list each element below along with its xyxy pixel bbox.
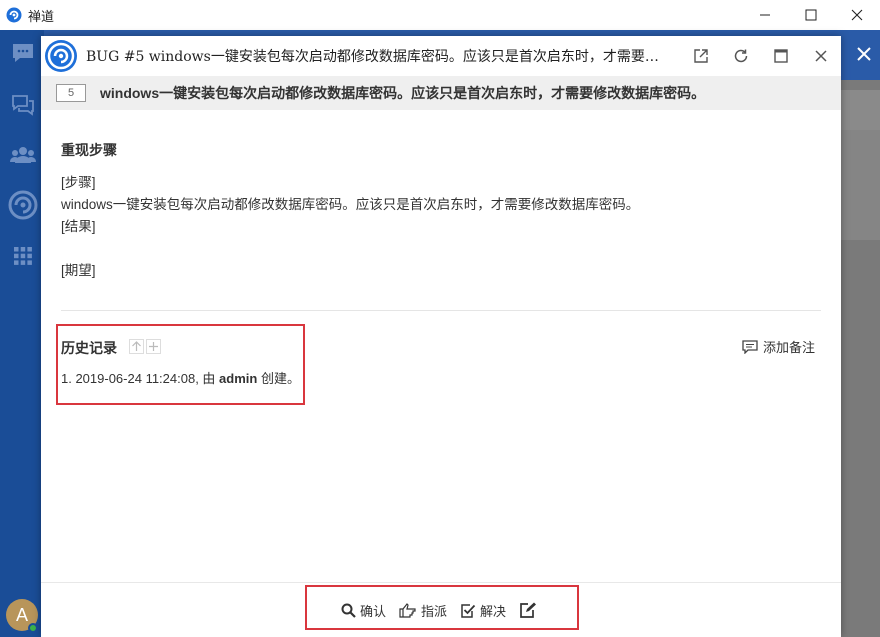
- maximize-button[interactable]: [788, 0, 834, 30]
- online-status-dot: [28, 623, 38, 633]
- steps-heading: 重现步骤: [61, 142, 117, 158]
- maximize-icon: [805, 9, 817, 21]
- bug-id-badge: 5: [56, 84, 86, 102]
- sidebar-discussions-button[interactable]: [10, 92, 36, 118]
- minimize-icon: [760, 14, 770, 16]
- bug-title: windows一键安装包每次启动都修改数据库密码。应该只是首次启东时，才需要修改…: [100, 85, 706, 101]
- zentao-swirl-icon: [8, 190, 38, 220]
- sidebar-zentao-button[interactable]: [8, 190, 38, 220]
- steps-step-label: [步骤]: [61, 175, 96, 190]
- modal-header: BUG #5 windows一键安装包每次启动都修改数据库密码。应该只是首次启东…: [41, 36, 841, 76]
- maximize-modal-button[interactable]: [761, 36, 801, 76]
- history-highlight-box: [56, 324, 305, 405]
- background-close-icon[interactable]: [854, 44, 874, 64]
- footer-actions-highlight-box: [305, 585, 579, 630]
- close-icon: [815, 50, 827, 62]
- window-titlebar: 禅道: [0, 0, 880, 30]
- sidebar-contacts-button[interactable]: [10, 142, 36, 168]
- zentao-logo-icon: [45, 40, 77, 72]
- add-note-label: 添加备注: [762, 340, 815, 355]
- discussions-icon: [12, 95, 34, 116]
- close-icon: [851, 9, 863, 21]
- steps-step-text: windows一键安装包每次启动都修改数据库密码。应该只是首次启东时，才需要修改…: [61, 197, 640, 212]
- sidebar-chat-button[interactable]: [10, 40, 36, 66]
- chat-bubble-icon: [13, 44, 33, 62]
- contacts-group-icon: [10, 147, 36, 163]
- zentao-logo-icon: [6, 7, 22, 23]
- minimize-button[interactable]: [742, 0, 788, 30]
- external-link-icon: [694, 49, 708, 63]
- open-in-new-button[interactable]: [681, 36, 721, 76]
- maximize-icon: [774, 49, 788, 63]
- sidebar-apps-button[interactable]: [10, 243, 36, 269]
- add-note-button[interactable]: 添加备注: [742, 337, 815, 356]
- steps-expect-label: [期望]: [61, 263, 96, 278]
- comment-icon: [742, 339, 758, 354]
- window-title: 禅道: [28, 8, 55, 24]
- modal-title: BUG #5 windows一键安装包每次启动都修改数据库密码。应该只是首次启东…: [86, 49, 666, 65]
- refresh-button[interactable]: [721, 36, 761, 76]
- close-window-button[interactable]: [834, 0, 880, 30]
- bug-title-strip: 5 windows一键安装包每次启动都修改数据库密码。应该只是首次启东时，才需要…: [41, 76, 841, 110]
- app-sidebar: A: [0, 30, 44, 637]
- steps-result-label: [结果]: [61, 219, 96, 234]
- refresh-icon: [734, 49, 748, 63]
- section-divider: [61, 310, 821, 311]
- apps-grid-icon: [14, 247, 32, 265]
- close-modal-button[interactable]: [801, 36, 841, 76]
